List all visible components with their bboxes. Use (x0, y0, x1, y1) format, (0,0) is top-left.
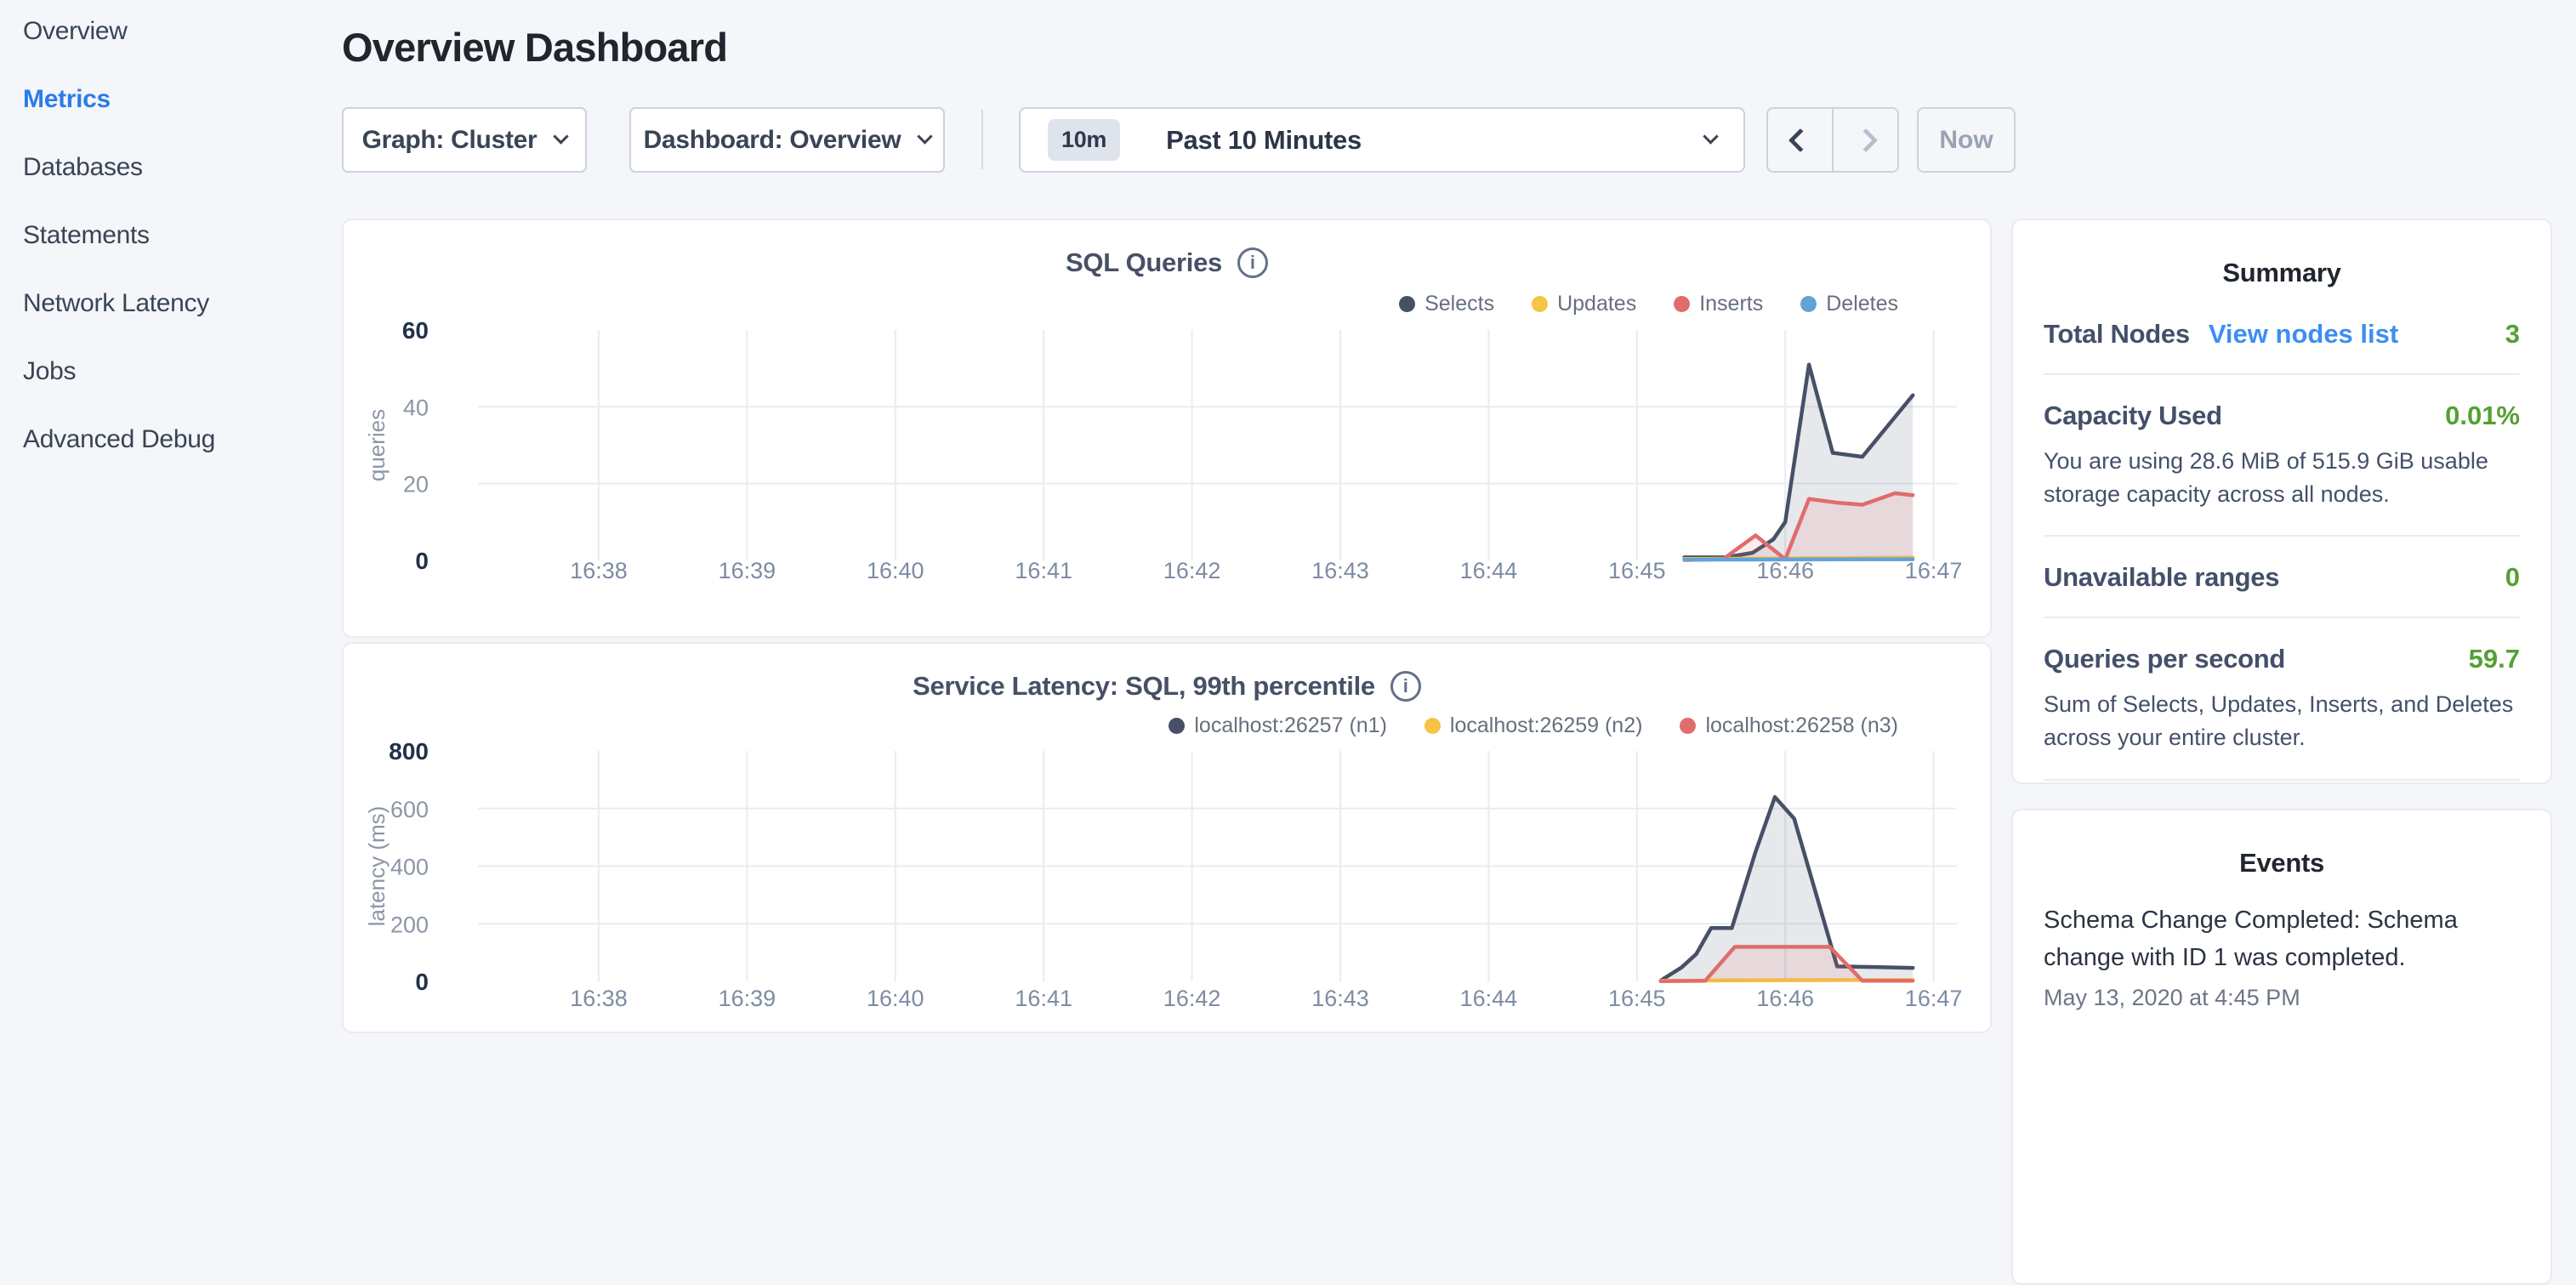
time-range-label: Past 10 Minutes (1166, 125, 1362, 156)
summary-row-label: Queries per second (2044, 644, 2285, 674)
svg-text:16:46: 16:46 (1756, 986, 1814, 1011)
chevron-down-icon (918, 128, 933, 144)
svg-text:latency (ms): latency (ms) (364, 806, 390, 927)
summary-row-value: 0.01% (2445, 401, 2520, 431)
svg-text:800: 800 (389, 738, 429, 765)
time-forward-button[interactable] (1832, 109, 1897, 171)
time-back-button[interactable] (1768, 109, 1832, 171)
svg-text:16:40: 16:40 (867, 558, 924, 583)
page-title: Overview Dashboard (342, 24, 727, 71)
sidebar-item-advanced-debug[interactable]: Advanced Debug (23, 424, 215, 455)
dashboard-dropdown-label: Dashboard: Overview (644, 126, 901, 155)
svg-text:16:38: 16:38 (570, 558, 628, 583)
svg-text:16:42: 16:42 (1163, 558, 1221, 583)
chevron-down-icon (1703, 128, 1718, 144)
chart-canvas[interactable]: 16:38 16:39 16:40 16:41 16:42 16:43 16:44 16:45… (344, 644, 1993, 1035)
svg-text:40: 40 (403, 395, 429, 420)
sidebar-item-network-latency[interactable]: Network Latency (23, 288, 215, 319)
sidebar-item-jobs[interactable]: Jobs (23, 356, 215, 387)
sidebar-item-metrics[interactable]: Metrics (23, 84, 215, 115)
summary-row-label: Capacity Used (2044, 401, 2222, 431)
event-timestamp: May 13, 2020 at 4:45 PM (2044, 985, 2520, 1011)
view-nodes-list-link[interactable]: View nodes list (2209, 319, 2398, 350)
summary-row-value: 59.7 (2469, 644, 2520, 674)
svg-text:400: 400 (390, 855, 429, 880)
svg-text:0: 0 (415, 548, 429, 574)
summary-row-label: Total Nodes (2044, 319, 2190, 350)
sidebar-item-databases[interactable]: Databases (23, 152, 215, 183)
chart-canvas[interactable]: 16:38 16:39 16:40 16:41 16:42 16:43 16:44 16:45… (344, 220, 1993, 640)
events-panel: Events Schema Change Completed: Schema c… (2011, 809, 2552, 1285)
chevron-left-icon (1788, 128, 1811, 151)
svg-text:0: 0 (415, 969, 429, 995)
time-range-badge: 10m (1048, 119, 1120, 161)
chevron-down-icon (554, 128, 569, 144)
now-button[interactable]: Now (1917, 107, 2016, 173)
summary-panel: Summary Total Nodes View nodes list 3 Ca… (2011, 219, 2552, 784)
svg-text:16:40: 16:40 (867, 986, 924, 1011)
summary-row-total-nodes: Total Nodes View nodes list 3 (2044, 293, 2520, 375)
summary-row-subtext: You are using 28.6 MiB of 515.9 GiB usab… (2044, 445, 2520, 511)
svg-text:16:38: 16:38 (570, 986, 628, 1011)
svg-text:16:47: 16:47 (1905, 986, 1963, 1011)
time-range-dropdown[interactable]: 10m Past 10 Minutes (1019, 107, 1745, 173)
svg-text:16:45: 16:45 (1608, 986, 1666, 1011)
svg-text:16:41: 16:41 (1015, 986, 1072, 1011)
svg-text:16:45: 16:45 (1608, 558, 1666, 583)
controls-divider (981, 110, 983, 169)
service-latency-chart-card: Service Latency: SQL, 99th percentile i … (342, 642, 1992, 1033)
summary-row-capacity-used: Capacity Used 0.01% You are using 28.6 M… (2044, 375, 2520, 537)
svg-text:16:42: 16:42 (1163, 986, 1221, 1011)
svg-text:16:47: 16:47 (1905, 558, 1963, 583)
summary-row-queries-per-second: Queries per second 59.7 Sum of Selects, … (2044, 618, 2520, 780)
svg-text:60: 60 (402, 317, 429, 344)
summary-title: Summary (2044, 258, 2520, 288)
sidebar-item-statements[interactable]: Statements (23, 220, 215, 251)
svg-text:16:43: 16:43 (1311, 986, 1369, 1011)
svg-text:queries: queries (364, 409, 390, 481)
svg-text:16:41: 16:41 (1015, 558, 1072, 583)
sidebar-nav: Overview Metrics Databases Statements Ne… (23, 16, 215, 455)
overview-dashboard-page: { "theme": { "page-bg":"#f4f6f9", "card-… (0, 0, 2576, 1051)
svg-text:20: 20 (403, 472, 429, 498)
svg-text:16:39: 16:39 (719, 558, 776, 583)
dashboard-dropdown[interactable]: Dashboard: Overview (629, 107, 945, 173)
graph-dropdown[interactable]: Graph: Cluster (342, 107, 587, 173)
summary-row-value: 3 (2505, 319, 2520, 350)
event-text: Schema Change Completed: Schema change w… (2044, 902, 2520, 976)
graph-dropdown-label: Graph: Cluster (362, 126, 537, 155)
summary-row-subtext: Sum of Selects, Updates, Inserts, and De… (2044, 688, 2520, 754)
event-list-item: Schema Change Completed: Schema change w… (2044, 902, 2520, 1011)
summary-row-unavailable-ranges: Unavailable ranges 0 (2044, 537, 2520, 618)
chevron-right-icon (1853, 128, 1877, 151)
svg-text:200: 200 (390, 912, 429, 937)
svg-text:16:46: 16:46 (1756, 558, 1814, 583)
sidebar-item-overview[interactable]: Overview (23, 16, 215, 47)
svg-text:600: 600 (390, 797, 429, 822)
svg-text:16:39: 16:39 (719, 986, 776, 1011)
summary-row-value: 0 (2505, 562, 2520, 593)
svg-text:16:43: 16:43 (1311, 558, 1369, 583)
time-step-buttons (1766, 107, 1899, 173)
svg-text:16:44: 16:44 (1460, 986, 1518, 1011)
svg-text:16:44: 16:44 (1460, 558, 1518, 583)
sql-queries-chart-card: SQL Queries i SelectsUpdatesInsertsDelet… (342, 219, 1992, 638)
events-title: Events (2044, 848, 2520, 878)
summary-row-label: Unavailable ranges (2044, 562, 2279, 593)
